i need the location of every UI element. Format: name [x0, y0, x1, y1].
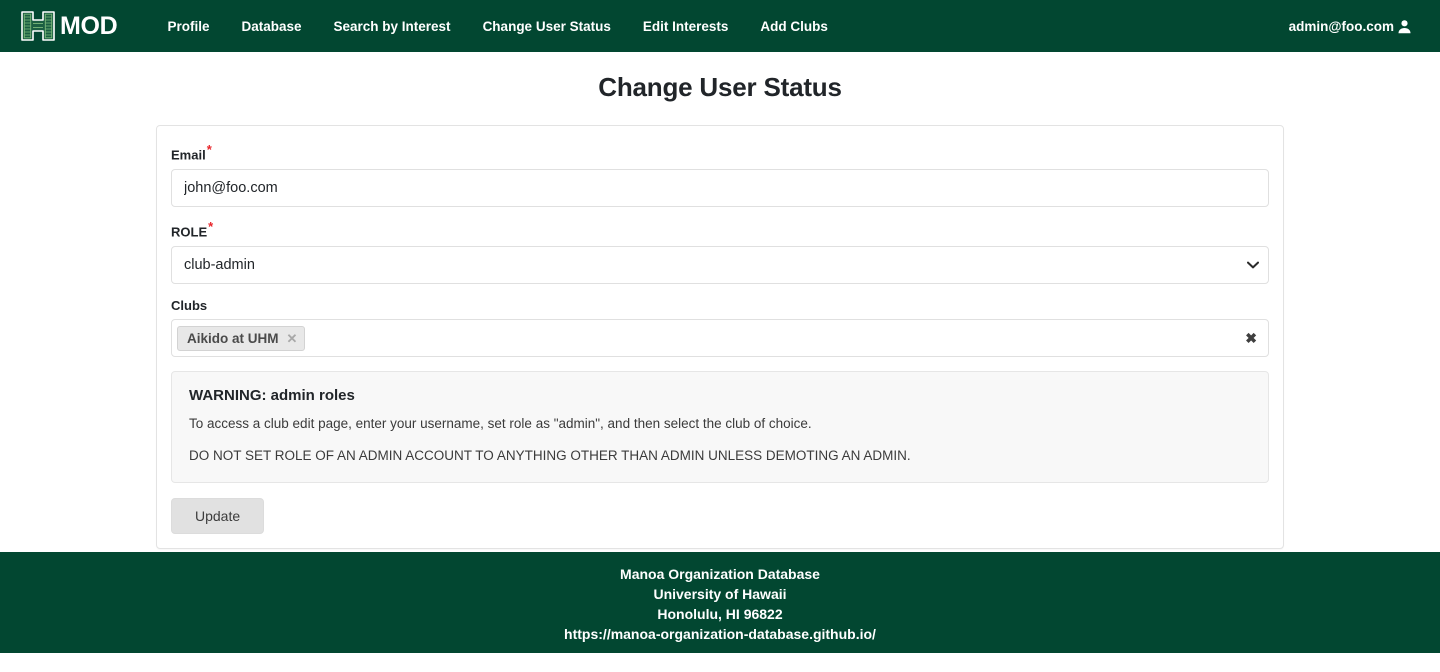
- nav-item: Change User Status: [467, 11, 627, 42]
- footer-university: University of Hawaii: [653, 585, 787, 602]
- nav-link-add-clubs[interactable]: Add Clubs: [744, 11, 844, 42]
- nav-item: Database: [225, 11, 317, 42]
- user-email-label: admin@foo.com: [1288, 18, 1394, 34]
- nav-link-database[interactable]: Database: [225, 11, 317, 42]
- top-navbar: MOD Profile Database Search by Interest …: [0, 0, 1440, 52]
- role-select-wrapper: [171, 245, 1269, 284]
- brand-text: MOD: [60, 11, 118, 40]
- role-required-marker: *: [208, 218, 214, 234]
- uh-h-logo-icon: [21, 11, 55, 41]
- footer-org-name: Manoa Organization Database: [620, 565, 820, 582]
- nav-item: Add Clubs: [744, 11, 844, 42]
- admin-role-warning-panel: WARNING: admin roles To access a club ed…: [171, 371, 1269, 483]
- club-chip: Aikido at UHM ✕: [177, 325, 306, 351]
- clubs-label: Clubs: [171, 297, 208, 313]
- role-label: ROLE*: [171, 220, 213, 240]
- page-footer: Manoa Organization Database University o…: [0, 552, 1440, 653]
- brand-logo-link[interactable]: MOD: [18, 9, 118, 43]
- navbar-right: admin@foo.com: [1289, 19, 1424, 34]
- nav-item: Search by Interest: [318, 11, 467, 42]
- nav-link-search-by-interest[interactable]: Search by Interest: [318, 11, 467, 42]
- email-input[interactable]: [171, 168, 1269, 207]
- role-select[interactable]: [171, 245, 1269, 284]
- clear-all-icon[interactable]: ✖: [1245, 331, 1257, 345]
- clubs-field-group: Clubs Aikido at UHM ✕ ✖: [171, 297, 1269, 358]
- footer-address: Honolulu, HI 96822: [657, 605, 783, 622]
- user-icon: [1398, 19, 1411, 33]
- close-icon[interactable]: ✕: [287, 332, 298, 345]
- update-button[interactable]: Update: [171, 497, 265, 535]
- nav-link-profile[interactable]: Profile: [151, 11, 225, 42]
- main-content: Change User Status Email* ROLE*: [0, 72, 1440, 550]
- email-required-marker: *: [206, 142, 212, 157]
- warning-line-2: DO NOT SET ROLE OF AN ADMIN ACCOUNT TO A…: [189, 448, 911, 463]
- warning-title: WARNING: admin roles: [189, 387, 355, 405]
- nav-link-change-user-status[interactable]: Change User Status: [467, 11, 627, 42]
- user-menu[interactable]: admin@foo.com: [1289, 19, 1412, 34]
- clubs-multiselect[interactable]: Aikido at UHM ✕ ✖: [171, 319, 1269, 358]
- change-user-status-form-card: Email* ROLE* Clubs: [156, 125, 1284, 550]
- email-label: Email*: [171, 143, 212, 163]
- page-title: Change User Status: [598, 72, 842, 102]
- page-root: MOD Profile Database Search by Interest …: [0, 0, 1440, 672]
- email-label-text: Email: [171, 147, 206, 163]
- footer-site-url[interactable]: https://manoa-organization-database.gith…: [564, 624, 876, 644]
- nav-item: Edit Interests: [627, 11, 745, 42]
- role-field-group: ROLE*: [171, 220, 1269, 284]
- club-chip-label: Aikido at UHM: [187, 330, 279, 346]
- nav-links: Profile Database Search by Interest Chan…: [151, 11, 843, 42]
- nav-item: Profile: [151, 11, 225, 42]
- email-field-group: Email*: [171, 143, 1269, 207]
- warning-line-1: To access a club edit page, enter your u…: [189, 416, 812, 432]
- role-label-text: ROLE: [171, 224, 208, 240]
- nav-link-edit-interests[interactable]: Edit Interests: [627, 11, 745, 42]
